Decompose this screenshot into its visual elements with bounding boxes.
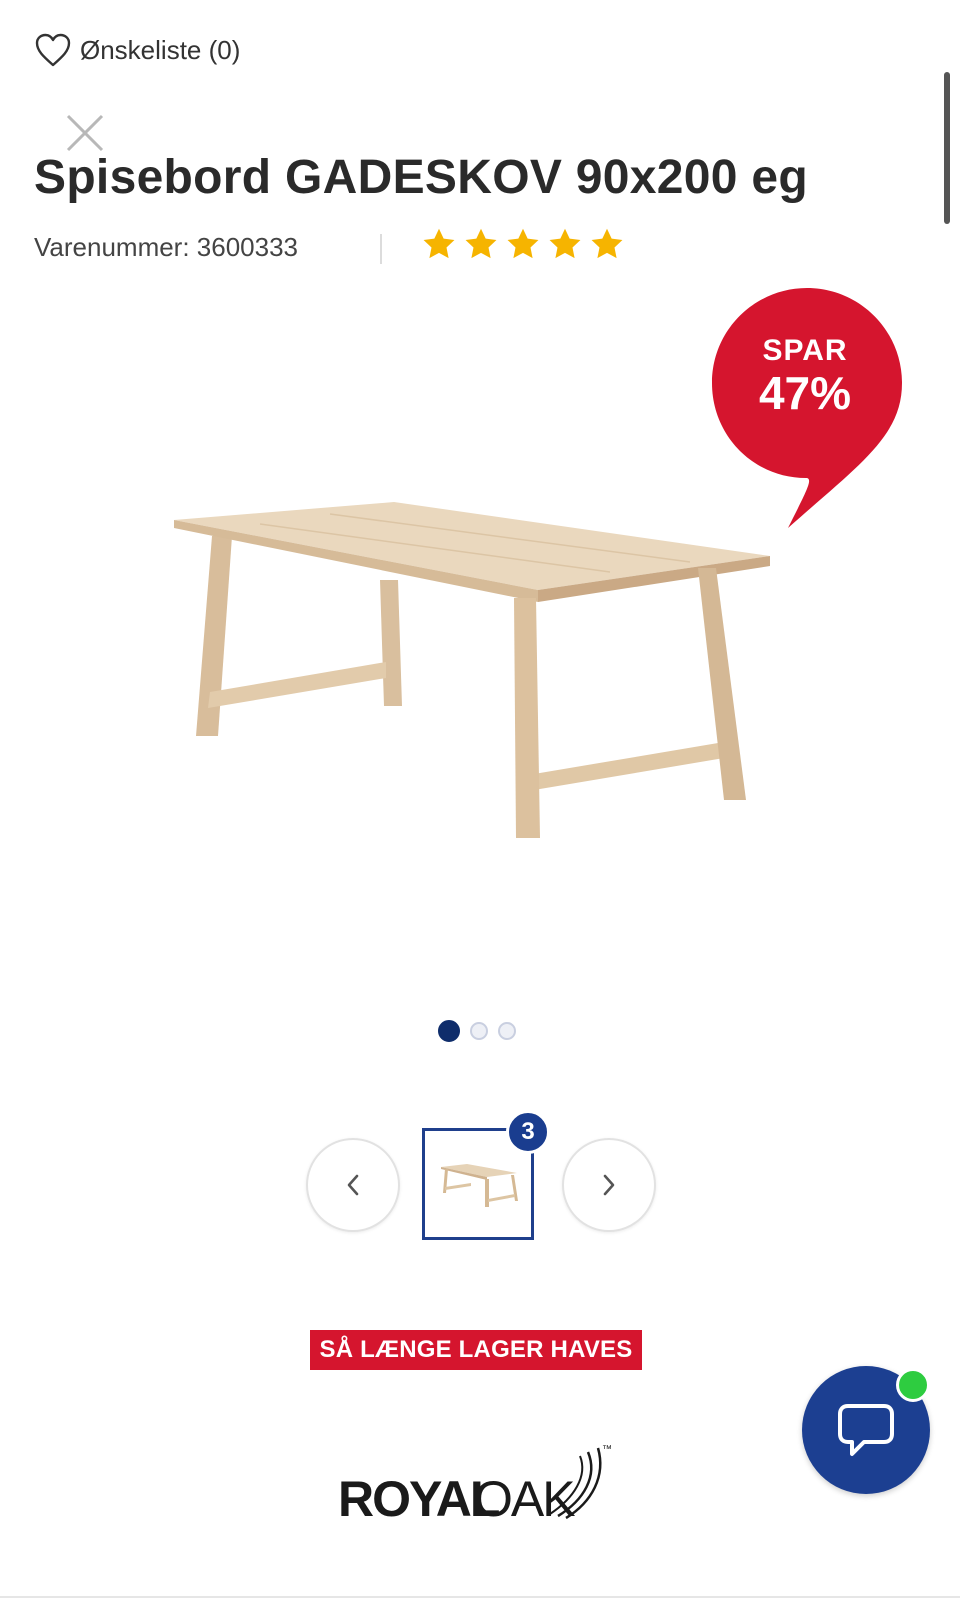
thumbnail-prev-button[interactable] (306, 1138, 400, 1232)
scrollbar[interactable] (944, 72, 950, 224)
bottom-divider (0, 1596, 960, 1598)
royal-oak-logo: ROYAL OAK ™ (338, 1444, 612, 1527)
wishlist-label: Ønskeliste (0) (80, 34, 241, 65)
thumbnail-next-button[interactable] (562, 1138, 656, 1232)
product-title: Spisebord GADESKOV 90x200 eg (34, 151, 809, 204)
star-icon (549, 228, 581, 259)
svg-text:OAK: OAK (474, 1471, 575, 1527)
rating-stars[interactable] (420, 226, 626, 262)
discount-percent: 47% (758, 367, 852, 419)
heart-icon (35, 33, 71, 67)
wishlist-link[interactable]: Ønskeliste (0) (34, 32, 240, 68)
svg-text:™: ™ (602, 1444, 612, 1455)
star-icon (423, 228, 455, 259)
stock-banner: SÅ LÆNGE LAGER HAVES (310, 1330, 642, 1370)
image-count-badge: 3 (506, 1110, 550, 1154)
star-icon (465, 228, 497, 259)
chat-bubble-icon (838, 1404, 894, 1456)
gallery-dot-2[interactable] (470, 1022, 488, 1040)
gallery-dot-3[interactable] (498, 1022, 516, 1040)
product-sku: Varenummer: 3600333 (34, 232, 299, 262)
chevron-left-icon (347, 1174, 359, 1196)
gallery-dot-1[interactable] (438, 1020, 460, 1042)
chat-online-indicator (896, 1368, 930, 1402)
discount-badge-text: SPAR 47% (720, 334, 890, 418)
chevron-right-icon (603, 1174, 615, 1196)
star-icon (507, 228, 539, 259)
star-icon (591, 228, 623, 259)
gallery-pagination (438, 1020, 516, 1042)
meta-divider (380, 234, 382, 264)
product-image[interactable] (150, 470, 810, 890)
discount-label: SPAR (762, 334, 848, 367)
